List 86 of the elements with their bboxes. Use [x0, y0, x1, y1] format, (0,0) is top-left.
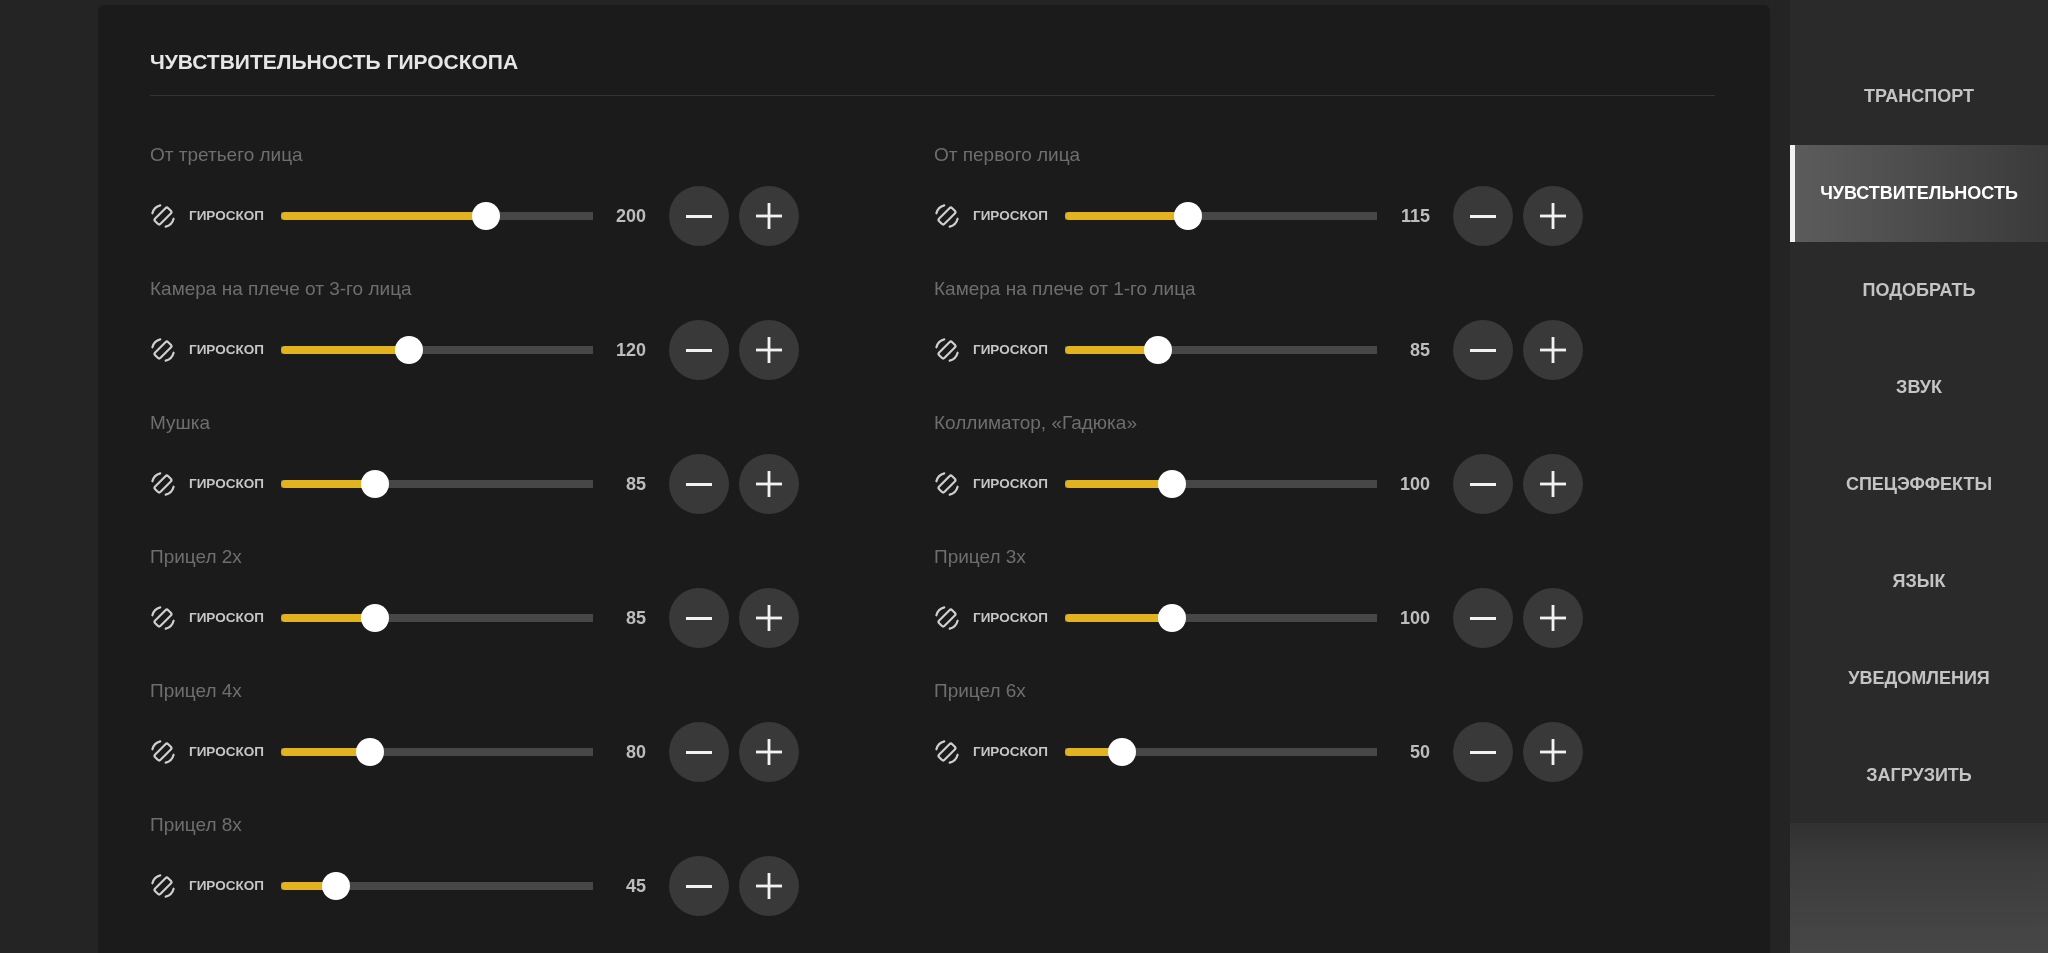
slider-thumb[interactable] [1108, 738, 1137, 766]
gyroscope-icon [150, 739, 176, 765]
slider-thumb[interactable] [360, 470, 389, 498]
slider-thumb[interactable] [1143, 336, 1172, 364]
control-label: ГИРОСКОП [973, 206, 1049, 225]
minus-icon [1470, 750, 1496, 754]
setting-label: Камера на плече от 3-го лица [150, 277, 412, 301]
sidebar-item[interactable]: УВЕДОМЛЕНИЯ [1790, 630, 2048, 727]
control-label: ГИРОСКОП [189, 742, 265, 761]
minus-icon [686, 616, 712, 620]
plus-icon [1540, 337, 1566, 363]
slider-value: 85 [624, 472, 646, 496]
slider-value: 100 [1398, 472, 1430, 496]
minus-icon [1470, 482, 1496, 486]
slider-thumb[interactable] [394, 336, 423, 364]
slider-thumb[interactable] [355, 738, 384, 766]
slider-value: 200 [614, 204, 646, 228]
gyroscope-icon [150, 337, 176, 363]
slider-value: 85 [624, 606, 646, 630]
setting-label: Мушка [150, 411, 211, 435]
control-label: ГИРОСКОП [189, 876, 265, 895]
minus-icon [1470, 616, 1496, 620]
control-label: ГИРОСКОП [973, 474, 1049, 493]
slider-thumb[interactable] [1173, 202, 1202, 230]
gyroscope-icon [934, 739, 960, 765]
plus-icon [1540, 203, 1566, 229]
section-title: ЧУВСТВИТЕЛЬНОСТЬ ГИРОСКОПА [150, 50, 519, 74]
slider-value: 50 [1408, 740, 1430, 764]
plus-icon [1540, 739, 1566, 765]
setting-label: Прицел 4x [150, 679, 242, 703]
plus-icon [756, 605, 782, 631]
control-label: ГИРОСКОП [189, 206, 265, 225]
plus-icon [756, 203, 782, 229]
sidebar-item[interactable]: ЗВУК [1790, 339, 2048, 436]
slider-value: 120 [614, 338, 646, 362]
control-label: ГИРОСКОП [973, 742, 1049, 761]
slider-thumb[interactable] [471, 202, 500, 230]
sidebar-item[interactable]: ЧУВСТВИТЕЛЬНОСТЬ [1790, 145, 2048, 242]
gyroscope-icon [150, 203, 176, 229]
plus-icon [756, 739, 782, 765]
minus-icon [686, 884, 712, 888]
setting-label: Прицел 2x [150, 545, 242, 569]
sidebar-item[interactable]: ПОДОБРАТЬ [1790, 242, 2048, 339]
minus-icon [1470, 348, 1496, 352]
setting-label: Прицел 6x [934, 679, 1026, 703]
slider-value: 100 [1398, 606, 1430, 630]
control-label: ГИРОСКОП [973, 340, 1049, 359]
sidebar-item[interactable]: ТРАНСПОРТ [1790, 48, 2048, 145]
control-label: ГИРОСКОП [189, 340, 265, 359]
slider-thumb[interactable] [1158, 470, 1186, 498]
gyroscope-icon [150, 873, 176, 899]
setting-label: От третьего лица [150, 143, 303, 167]
slider-value: 115 [1399, 204, 1430, 228]
slider-thumb[interactable] [321, 872, 350, 900]
gyroscope-icon [934, 471, 960, 497]
plus-icon [756, 873, 782, 899]
control-label: ГИРОСКОП [189, 474, 265, 493]
minus-icon [686, 214, 712, 218]
sidebar-item[interactable]: СПЕЦЭФФЕКТЫ [1790, 436, 2048, 533]
minus-icon [686, 348, 712, 352]
setting-label: От первого лица [934, 143, 1081, 167]
plus-icon [1540, 605, 1566, 631]
slider-value: 85 [1408, 338, 1430, 362]
setting-label: Прицел 8x [150, 813, 242, 837]
slider-value: 45 [624, 874, 646, 898]
sidebar-item[interactable]: ЗАГРУЗИТЬ [1790, 727, 2048, 823]
minus-icon [1470, 214, 1496, 218]
control-label: ГИРОСКОП [973, 608, 1049, 627]
setting-label: Камера на плече от 1-го лица [934, 277, 1196, 301]
slider-thumb[interactable] [1158, 604, 1186, 632]
slider-thumb[interactable] [360, 604, 389, 632]
gyroscope-icon [934, 337, 960, 363]
plus-icon [756, 337, 782, 363]
setting-label: Прицел 3x [934, 545, 1026, 569]
setting-label: Коллиматор, «Гадюка» [934, 411, 1137, 435]
gyroscope-icon [150, 471, 176, 497]
gyroscope-icon [934, 605, 960, 631]
slider-value: 80 [624, 740, 646, 764]
gyroscope-icon [934, 203, 960, 229]
plus-icon [756, 471, 782, 497]
plus-icon [1540, 471, 1566, 497]
gyroscope-icon [150, 605, 176, 631]
minus-icon [686, 482, 712, 486]
minus-icon [686, 750, 712, 754]
control-label: ГИРОСКОП [189, 608, 265, 627]
sidebar-item[interactable]: ЯЗЫК [1790, 533, 2048, 630]
